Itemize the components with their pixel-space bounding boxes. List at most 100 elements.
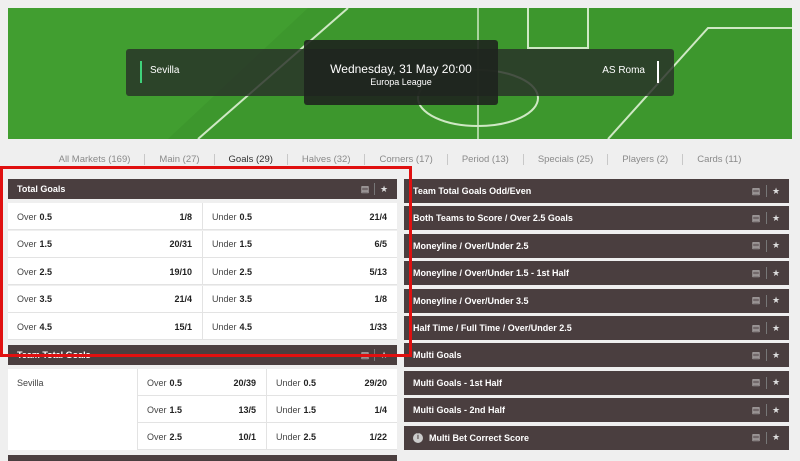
odds-value: 1/22: [369, 431, 387, 442]
table-row: Over 2.5 10/1 Under 2.5 1/22: [137, 423, 397, 450]
tv-icon[interactable]: ▤: [747, 261, 765, 285]
team-total-goals-header[interactable]: Team Total Goals ▤ ★: [8, 345, 397, 365]
market-header[interactable]: i Multi Bet Correct Score ▤ ★: [404, 425, 789, 450]
market-title: Moneyline / Over/Under 3.5: [413, 295, 529, 306]
tv-icon[interactable]: ▤: [747, 206, 765, 230]
team-name-cell: Sevilla: [8, 369, 137, 450]
market-header[interactable]: Moneyline / Over/Under 2.5 ▤ ★: [404, 233, 789, 258]
under-line: 0.5: [303, 377, 317, 388]
star-icon[interactable]: ★: [375, 345, 393, 365]
over-text: Over: [17, 211, 37, 222]
tv-icon[interactable]: ▤: [747, 371, 765, 395]
market-header[interactable]: Moneyline / Over/Under 1.5 - 1st Half ▤ ★: [404, 261, 789, 286]
market-title: Both Teams to Score / Over 2.5 Goals: [413, 213, 573, 224]
odds-value: 1/33: [369, 321, 387, 332]
table-row: Over 3.5 21/4 Under 3.5 1/8: [8, 285, 397, 313]
over-selection[interactable]: Over 2.5 19/10: [8, 258, 202, 285]
market-header[interactable]: Both Teams to Score / Over 2.5 Goals ▤ ★: [404, 206, 789, 231]
tv-icon[interactable]: ▤: [356, 179, 374, 199]
table-row: Over 4.5 15/1 Under 4.5 1/33: [8, 313, 397, 340]
star-icon[interactable]: ★: [767, 316, 785, 340]
under-selection[interactable]: Under 2.5 5/13: [203, 258, 397, 285]
star-icon[interactable]: ★: [375, 179, 393, 199]
away-team-indicator: [657, 61, 659, 83]
over-label: Over 2.5: [8, 267, 52, 277]
over-selection[interactable]: Over 1.5 13/5: [138, 396, 266, 423]
star-icon[interactable]: ★: [767, 234, 785, 258]
tv-icon[interactable]: ▤: [747, 316, 765, 340]
star-icon[interactable]: ★: [767, 289, 785, 313]
under-selection[interactable]: Under 0.5 21/4: [203, 203, 397, 230]
under-text: Under: [212, 321, 237, 332]
tab-players[interactable]: Players (2): [608, 153, 684, 165]
total-goals-header[interactable]: Total Goals ▤ ★: [8, 179, 397, 199]
market-title: Multi Goals - 2nd Half: [413, 405, 506, 416]
tv-icon[interactable]: ▤: [747, 398, 765, 422]
home-team-name: Sevilla: [150, 65, 180, 76]
over-line: 4.5: [39, 321, 53, 332]
tab-main[interactable]: Main (27): [145, 153, 215, 165]
star-icon[interactable]: ★: [767, 398, 785, 422]
odds-value: 10/1: [238, 431, 256, 442]
over-selection[interactable]: Over 1.5 20/31: [8, 231, 202, 258]
table-row: Over 0.5 1/8 Under 0.5 21/4: [8, 203, 397, 230]
tv-icon[interactable]: ▤: [747, 343, 765, 367]
tab-goals[interactable]: Goals (29): [215, 153, 288, 165]
under-selection[interactable]: Under 4.5 1/33: [203, 313, 397, 340]
over-selection[interactable]: Over 0.5 20/39: [138, 369, 266, 396]
market-header[interactable]: Multi Goals - 1st Half ▤ ★: [404, 370, 789, 395]
over-selection[interactable]: Over 3.5 21/4: [8, 286, 202, 313]
star-icon[interactable]: ★: [767, 343, 785, 367]
under-label: Under 1.5: [267, 405, 316, 415]
market-title: Multi Bet Correct Score: [429, 432, 530, 443]
market-header[interactable]: Team Total Goals Odd/Even ▤ ★: [404, 179, 789, 203]
star-icon[interactable]: ★: [767, 179, 785, 203]
market-header[interactable]: Moneyline / Over/Under 3.5 ▤ ★: [404, 288, 789, 313]
under-line: 4.5: [239, 321, 253, 332]
over-line: 0.5: [39, 211, 53, 222]
tab-cards[interactable]: Cards (11): [683, 154, 755, 165]
match-datetime: Wednesday, 31 May 20:00: [330, 62, 472, 76]
tab-corners[interactable]: Corners (17): [365, 153, 448, 165]
market-header[interactable]: Half Time / Full Time / Over/Under 2.5 ▤ ★: [404, 316, 789, 340]
under-text: Under: [276, 377, 301, 388]
tv-icon[interactable]: ▤: [747, 179, 765, 203]
tv-icon[interactable]: ▤: [747, 426, 765, 450]
under-text: Under: [276, 404, 301, 415]
star-icon[interactable]: ★: [767, 261, 785, 285]
over-text: Over: [17, 294, 37, 304]
market-title: Team Total Goals Odd/Even: [413, 186, 532, 196]
over-text: Over: [17, 266, 37, 277]
tv-icon[interactable]: ▤: [747, 289, 765, 313]
under-selection[interactable]: Under 1.5 1/4: [267, 396, 397, 423]
next-panel-header: [8, 455, 397, 461]
over-selection[interactable]: Over 2.5 10/1: [138, 423, 266, 450]
under-selection[interactable]: Under 1.5 6/5: [203, 231, 397, 258]
over-selection[interactable]: Over 4.5 15/1: [8, 313, 202, 340]
over-line: 1.5: [169, 404, 183, 415]
over-label: Over 4.5: [8, 322, 52, 332]
tv-icon[interactable]: ▤: [356, 345, 374, 365]
tab-specials[interactable]: Specials (25): [524, 153, 609, 165]
over-text: Over: [147, 431, 167, 442]
info-icon[interactable]: i: [413, 432, 423, 443]
over-label: Over 0.5: [8, 212, 52, 222]
tab-halves[interactable]: Halves (32): [288, 153, 366, 165]
market-header[interactable]: Multi Goals - 2nd Half ▤ ★: [404, 398, 789, 423]
market-title: Multi Goals - 1st Half: [413, 377, 503, 388]
under-selection[interactable]: Under 3.5 1/8: [203, 286, 397, 313]
under-selection[interactable]: Under 0.5 29/20: [267, 369, 397, 396]
star-icon[interactable]: ★: [767, 206, 785, 230]
over-text: Over: [147, 377, 167, 388]
tab-all-markets[interactable]: All Markets (169): [45, 153, 146, 165]
tab-period[interactable]: Period (13): [448, 153, 524, 165]
over-selection[interactable]: Over 0.5 1/8: [8, 203, 202, 230]
star-icon[interactable]: ★: [767, 426, 785, 450]
market-title: Moneyline / Over/Under 2.5: [413, 240, 529, 251]
star-icon[interactable]: ★: [767, 371, 785, 395]
table-row: Over 0.5 20/39 Under 0.5 29/20: [137, 369, 397, 396]
under-selection[interactable]: Under 2.5 1/22: [267, 423, 397, 450]
market-header[interactable]: Multi Goals ▤ ★: [404, 343, 789, 368]
tv-icon[interactable]: ▤: [747, 234, 765, 258]
under-label: Under 3.5: [203, 294, 252, 304]
